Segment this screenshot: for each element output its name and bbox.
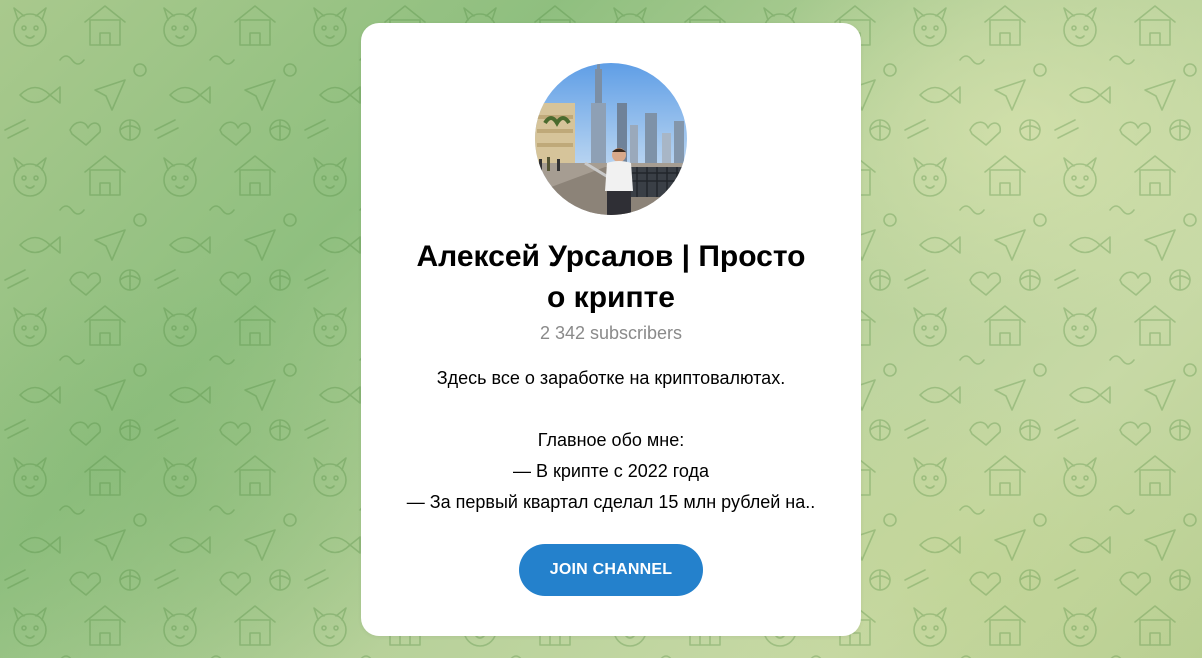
subscriber-count: 2 342 subscribers bbox=[539, 323, 683, 343]
description-line: — В крипте с 2022 года bbox=[512, 461, 710, 481]
description-line: Главное обо мне: bbox=[537, 430, 685, 450]
channel-title-line1: Алексей Урсалов | Просто bbox=[416, 240, 806, 273]
description-line: Здесь все о заработке на криптовалютах. bbox=[436, 368, 786, 388]
join-channel-button[interactable]: JOIN CHANNEL bbox=[519, 544, 703, 596]
description-line: — За первый квартал сделал 15 млн рублей… bbox=[406, 492, 816, 512]
channel-title-line2: о крипте bbox=[547, 281, 675, 314]
channel-title: Алексей Урсалов | Просто о крипте bbox=[401, 236, 821, 318]
description-blank-line bbox=[371, 394, 851, 425]
channel-description: Здесь все о заработке на криптовалютах. … bbox=[371, 363, 851, 518]
channel-card: Алексей Урсалов | Просто о крипте 2 342 … bbox=[361, 23, 861, 636]
channel-avatar[interactable] bbox=[535, 63, 687, 215]
